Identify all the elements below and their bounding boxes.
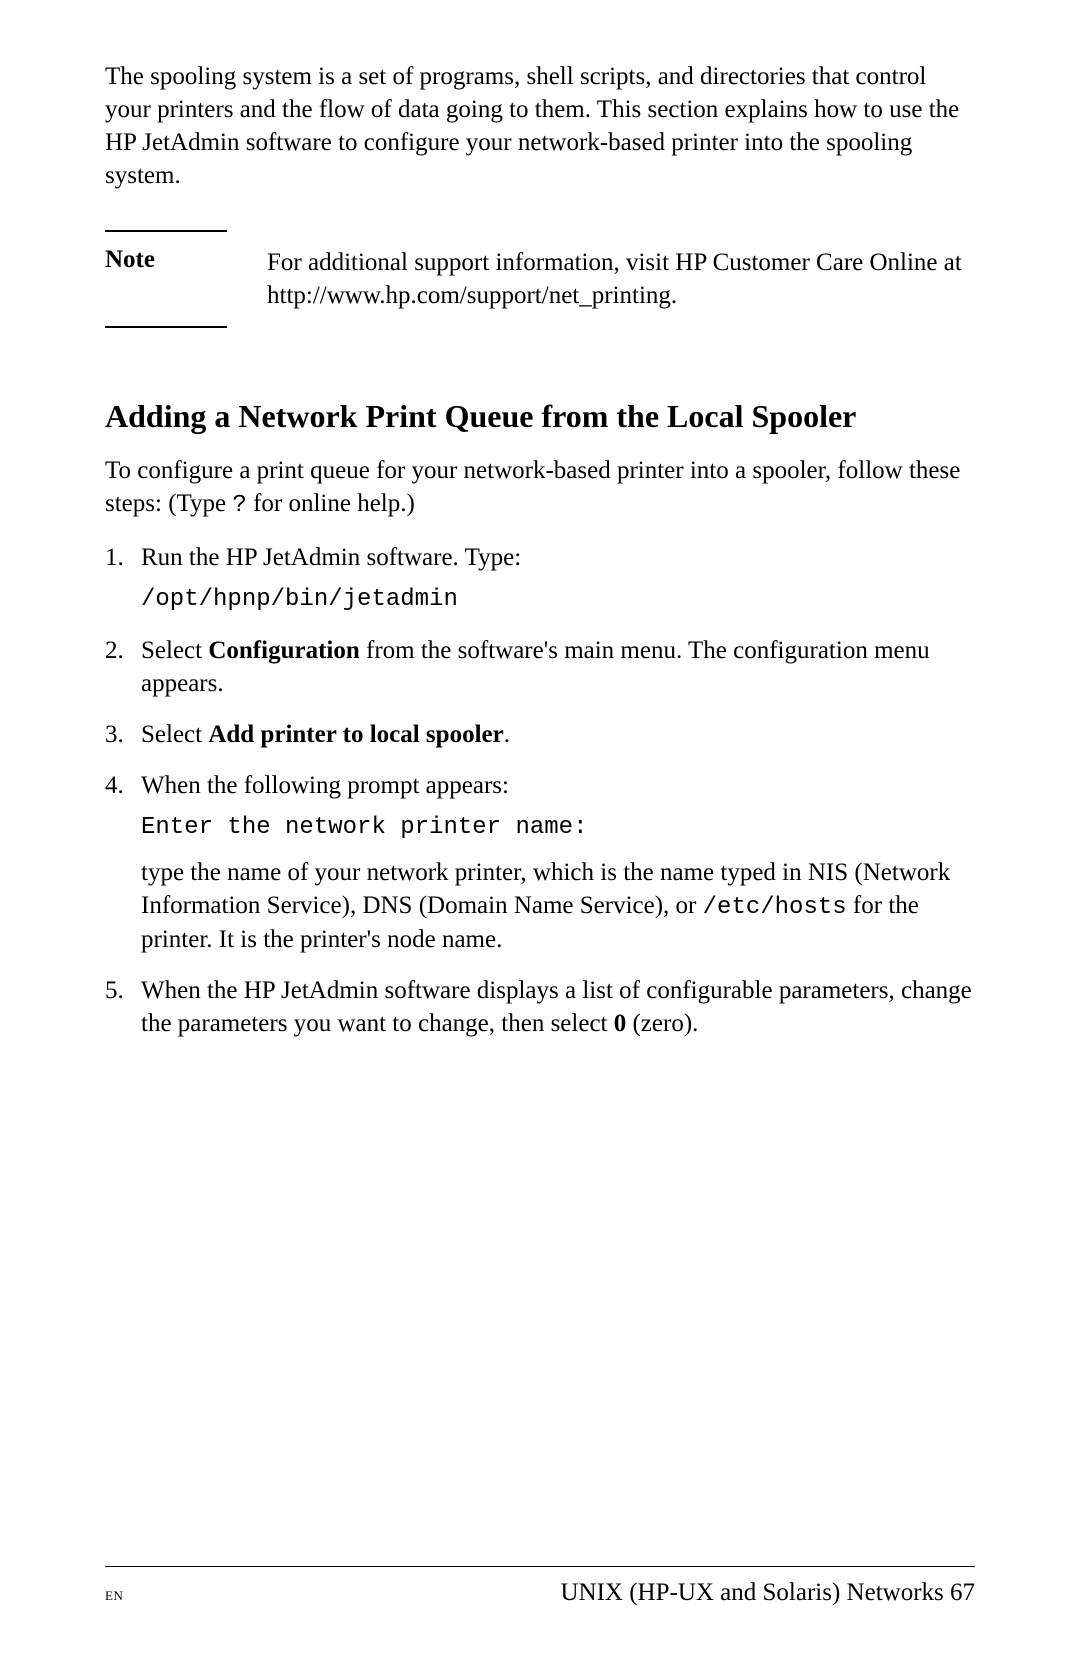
step-5: When the HP JetAdmin software displays a… xyxy=(105,974,975,1040)
step-4-text: When the following prompt appears: xyxy=(141,772,509,799)
footer-right: UNIX (HP-UX and Solaris) Networks 67 xyxy=(560,1579,975,1607)
step-4: When the following prompt appears: Enter… xyxy=(105,769,975,956)
step-5-bold: 0 xyxy=(614,1010,627,1037)
step-1: Run the HP JetAdmin software. Type: /opt… xyxy=(105,541,975,616)
step-3: Select Add printer to local spooler. xyxy=(105,718,975,751)
step-2-before: Select xyxy=(141,637,208,664)
step-1-code: /opt/hpnp/bin/jetadmin xyxy=(141,584,975,616)
step-4-follow-mono: /etc/hosts xyxy=(703,894,847,921)
section-intro-after: for online help.) xyxy=(247,490,415,517)
note-rule-top xyxy=(105,230,227,232)
intro-paragraph: The spooling system is a set of programs… xyxy=(105,60,975,192)
steps-list: Run the HP JetAdmin software. Type: /opt… xyxy=(105,541,975,1040)
note-block: Note For additional support information,… xyxy=(105,230,975,328)
footer-left: EN xyxy=(105,1588,123,1604)
footer-row: EN UNIX (HP-UX and Solaris) Networks 67 xyxy=(105,1579,975,1607)
section-intro: To configure a print queue for your netw… xyxy=(105,454,975,522)
step-5-before: When the HP JetAdmin software displays a… xyxy=(141,977,972,1037)
step-4-code: Enter the network printer name: xyxy=(141,812,975,844)
step-2: Select Configuration from the software's… xyxy=(105,634,975,700)
footer-rule xyxy=(105,1566,975,1567)
note-text: For additional support information, visi… xyxy=(267,246,975,312)
note-label: Note xyxy=(105,246,267,274)
step-3-after: . xyxy=(504,721,510,748)
section-heading: Adding a Network Print Queue from the Lo… xyxy=(105,398,975,436)
step-3-bold: Add printer to local spooler xyxy=(208,721,503,748)
section-intro-mono: ? xyxy=(232,492,246,519)
step-3-before: Select xyxy=(141,721,208,748)
step-1-text: Run the HP JetAdmin software. Type: xyxy=(141,544,521,571)
page-footer: EN UNIX (HP-UX and Solaris) Networks 67 xyxy=(105,1566,975,1607)
step-2-bold: Configuration xyxy=(208,637,359,664)
step-4-follow: type the name of your network printer, w… xyxy=(141,856,975,957)
note-content: Note For additional support information,… xyxy=(105,246,975,312)
step-5-after: (zero). xyxy=(626,1010,698,1037)
note-rule-bottom xyxy=(105,326,227,328)
